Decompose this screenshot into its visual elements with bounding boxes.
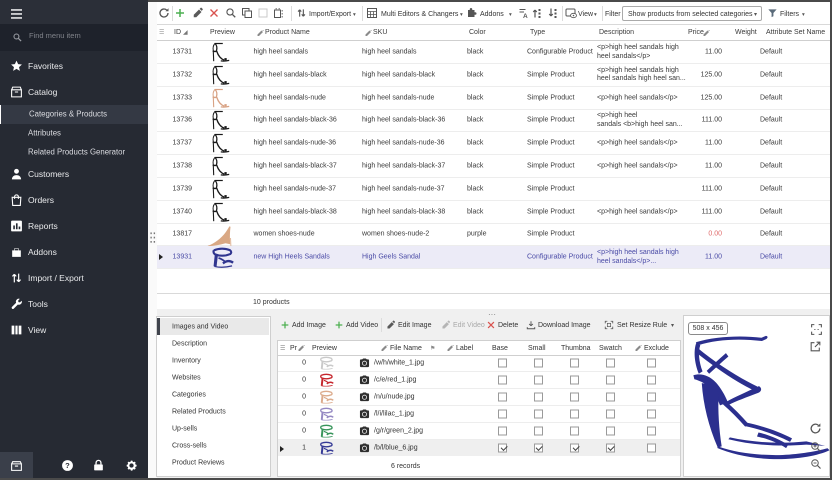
svg-text:?: ? [65, 461, 70, 470]
svg-text:A: A [523, 13, 528, 19]
